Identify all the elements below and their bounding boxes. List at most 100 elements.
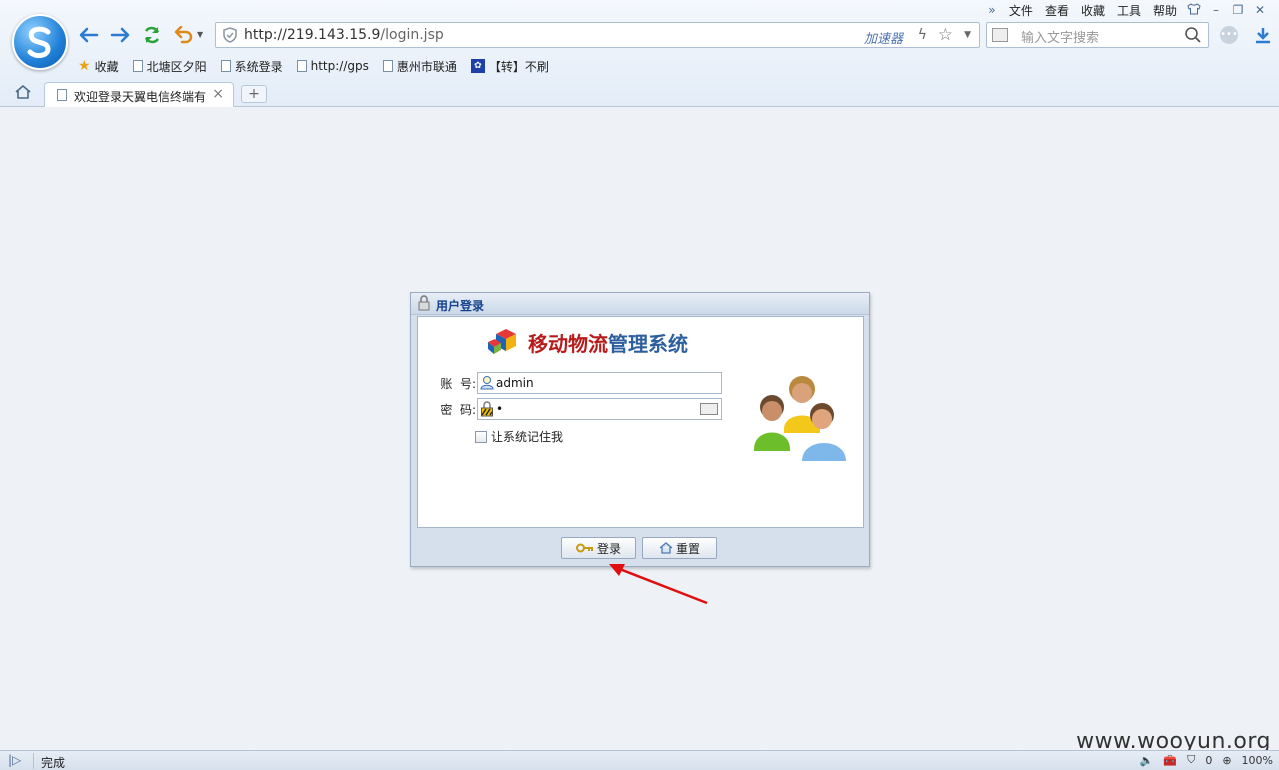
favorites-bar: ★ 收藏 北塘区夕阳 系统登录 http://gps 惠州市联通 ✿ 【转】不刷 [78,57,549,75]
remember-checkbox[interactable] [475,430,487,443]
toolbox-icon[interactable]: 🧰 [1163,754,1177,767]
page-icon [296,60,307,72]
search-engine-icon[interactable] [992,28,1008,42]
page-icon [132,60,143,72]
favorite-label: 系统登录 [234,59,283,74]
divider [33,753,34,769]
page-icon [57,89,67,101]
reset-button-label: 重置 [675,541,700,556]
more-chevron-icon[interactable]: » [981,3,1003,17]
skin-shirt-icon[interactable] [1183,2,1205,18]
login-form: 移动物流 管理系统 账 号: admin 密 码: • 让系统记住我 [417,316,864,528]
login-button-label: 登录 [596,541,621,556]
favorite-label: 收藏 [94,59,119,74]
password-lock-icon [480,401,494,420]
zoom-icon[interactable]: ⊕ [1222,754,1231,767]
tab-active[interactable]: 欢迎登录天翼电信终端有 × [44,82,234,107]
menu-bar: » 文件 查看 收藏 工具 帮助 – ❐ ✕ [981,2,1271,18]
download-icon[interactable] [1251,22,1275,48]
favorite-label: 【转】不刷 [488,59,549,74]
favorite-link[interactable]: 北塘区夕阳 [132,58,207,75]
reset-home-icon [659,542,673,554]
bookmark-star-icon[interactable]: ☆ [938,25,953,45]
accelerator-button[interactable]: 加速器 [864,28,903,47]
back-arrow-icon[interactable] [78,24,100,46]
favorite-link[interactable]: ✿ 【转】不刷 [470,58,549,75]
login-button[interactable]: 登录 [561,537,636,559]
user-icon [480,375,494,393]
refresh-icon[interactable] [141,24,163,46]
favorites-menu[interactable]: ★ 收藏 [78,58,119,75]
account-label: 账 号: [440,376,476,391]
lock-icon [418,295,430,314]
tab-title: 欢迎登录天翼电信终端有 [74,90,207,104]
account-input[interactable]: admin [477,372,722,394]
forward-arrow-icon[interactable] [109,24,131,46]
tab-strip: 欢迎登录天翼电信终端有 × + [0,80,1279,107]
volume-icon[interactable]: 🔈 [1140,754,1154,767]
address-dropdown-icon[interactable]: ▼ [964,30,971,40]
status-bar: |▷ 完成 🔈 🧰 ⛉ 0 ⊕ 100% [0,750,1279,770]
close-window-icon[interactable]: ✕ [1249,3,1271,17]
url-text[interactable]: http://219.143.15.9/login.jsp [244,27,444,43]
menu-help[interactable]: 帮助 [1147,2,1183,19]
restore-icon[interactable]: ❐ [1227,3,1249,17]
sogou-browser-logo-icon[interactable] [12,14,68,70]
menu-tools[interactable]: 工具 [1111,2,1147,19]
search-icon[interactable] [1184,26,1202,47]
menu-file[interactable]: 文件 [1003,2,1039,19]
password-label: 密 码: [440,402,476,417]
favorite-label: 北塘区夕阳 [146,59,207,74]
password-value: • [496,402,504,416]
favorite-label: http://gps [310,59,369,73]
search-placeholder: 输入文字搜索 [1021,31,1100,46]
sidebar-toggle-icon[interactable]: |▷ [8,753,21,767]
new-tab-button[interactable]: + [241,85,267,103]
password-input[interactable]: • [477,398,722,420]
home-icon[interactable] [14,84,32,103]
panel-header: 用户登录 [411,293,869,315]
undo-dropdown-icon[interactable]: ▼ [197,30,203,39]
search-box[interactable]: 输入文字搜索 [986,22,1209,48]
account-row: 账 号: admin [440,372,722,394]
page-icon [220,60,231,72]
panel-title: 用户登录 [436,299,485,313]
browser-chrome: » 文件 查看 收藏 工具 帮助 – ❐ ✕ ▼ http://219.143.… [0,0,1279,107]
cube-logo-icon [488,329,516,354]
undo-close-tab-icon[interactable] [173,24,195,46]
remember-label: 让系统记住我 [491,430,564,444]
favorite-link[interactable]: 惠州市联通 [382,58,457,75]
adblock-icon[interactable]: ⛉ [1187,753,1195,767]
password-row: 密 码: • [440,398,722,420]
zoom-level[interactable]: 100% [1242,754,1273,767]
key-icon [575,543,593,553]
minimize-icon[interactable]: – [1205,3,1227,17]
status-text: 完成 [41,756,66,770]
favorites-star-icon: ★ [78,58,91,74]
favorite-label: 惠州市联通 [396,59,457,74]
favorite-link[interactable]: http://gps [296,59,369,73]
favorite-link[interactable]: 系统登录 [220,58,283,75]
menu-view[interactable]: 查看 [1039,2,1075,19]
reset-button[interactable]: 重置 [642,537,717,559]
lightning-icon[interactable]: ϟ [918,27,927,43]
remember-me[interactable]: 让系统记住我 [475,428,563,445]
security-shield-icon[interactable] [222,27,238,46]
page-icon [382,60,393,72]
account-value: admin [496,376,534,390]
brand-text-red: 移动物流 [528,331,608,356]
more-options-icon[interactable]: ••• [1220,26,1238,44]
close-tab-icon[interactable]: × [212,86,224,102]
adblock-count: 0 [1205,753,1213,767]
menu-favorites[interactable]: 收藏 [1075,2,1111,19]
users-group-icon [754,376,846,461]
login-panel: 用户登录 移动物流 管理系统 账 号: admin 密 码: • 让系统记住我 … [410,292,870,567]
brand-text-blue: 管理系统 [608,331,688,356]
status-right: 🔈 🧰 ⛉ 0 ⊕ 100% [1140,753,1273,767]
soft-keyboard-icon[interactable] [700,403,718,415]
baidu-paw-icon: ✿ [470,59,485,73]
url-host: http://219.143.15.9 [244,27,381,43]
system-brand: 移动物流 管理系统 [486,324,688,360]
red-arrow-annotation [609,564,708,605]
address-bar[interactable]: http://219.143.15.9/login.jsp 加速器 ϟ ☆ ▼ [215,22,980,48]
